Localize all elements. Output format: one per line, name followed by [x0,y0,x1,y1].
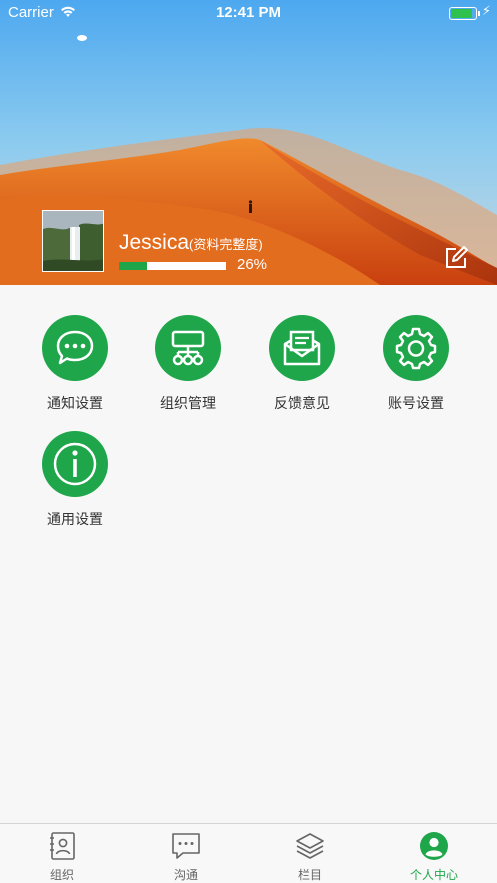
tab-label: 个人中心 [409,868,458,882]
charging-bolt-icon: ⚡ [481,4,491,19]
tab-org[interactable]: 组织 [0,824,124,883]
chat-bubble-icon [42,315,108,381]
menu-item-org-management[interactable]: 组织管理 [133,315,243,413]
tab-label: 组织 [49,868,74,882]
menu-item-feedback[interactable]: 反馈意见 [247,315,357,413]
envelope-icon [269,315,335,381]
menu-item-label: 通用设置 [47,512,103,528]
menu-item-label: 组织管理 [160,396,216,412]
completeness-progress-bar [119,262,226,270]
status-time: 12:41 PM [215,4,282,21]
menu-item-account-settings[interactable]: 账号设置 [361,315,471,413]
chat-icon [172,833,200,859]
tab-personal-center[interactable]: 个人中心 [372,824,496,883]
layers-icon [296,833,324,859]
gear-icon [383,315,449,381]
tab-label: 沟通 [173,868,198,882]
menu-item-label: 反馈意见 [274,396,330,412]
edit-profile-icon[interactable] [443,245,469,271]
user-circle-icon [420,832,448,860]
waterfall-avatar-image [43,211,103,271]
menu-item-label: 通知设置 [47,396,103,412]
org-chart-icon [155,315,221,381]
menu-item-label: 账号设置 [388,396,444,412]
completeness-percent: 26% [237,256,268,273]
profile-name: Jessica(资料完整度) [119,231,263,255]
battery-tip [478,11,480,16]
tab-chat[interactable]: 沟通 [124,824,248,883]
completeness-progress-fill [119,262,147,270]
menu-item-notifications[interactable]: 通知设置 [20,315,130,413]
battery-icon [449,7,477,20]
status-bar: Carrier 12:41 PM ⚡ [0,0,497,26]
profile-completeness-label: (资料完整度) [189,237,263,252]
menu-item-general-settings[interactable]: 通用设置 [20,431,130,529]
tab-bar: 组织 沟通 栏目 个人中心 [0,823,497,883]
contacts-book-icon [50,832,75,860]
tab-columns[interactable]: 栏目 [248,824,372,883]
info-icon [42,431,108,497]
avatar[interactable] [42,210,104,272]
profile-header: Carrier 12:41 PM ⚡ Jessica(资料完整度) 26% [0,0,497,285]
profile-name-text: Jessica [119,231,190,254]
tab-label: 栏目 [297,868,322,882]
